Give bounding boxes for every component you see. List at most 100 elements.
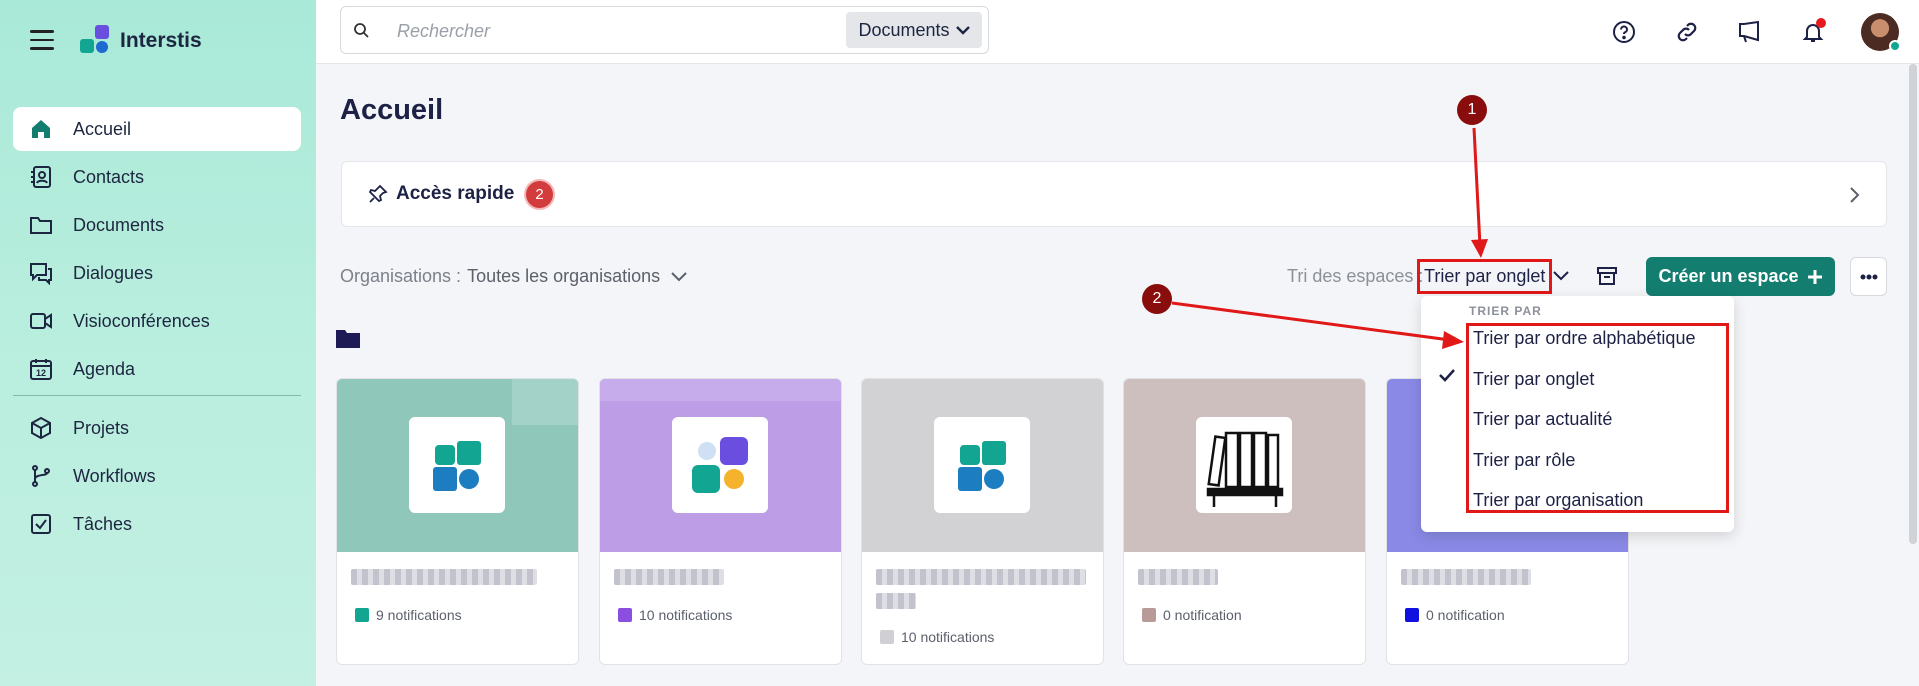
search-input[interactable]: Rechercher (397, 21, 490, 42)
sidebar-item-label: Contacts (73, 166, 145, 187)
link-icon[interactable] (1672, 17, 1702, 47)
sort-label: Tri des espaces : (1287, 266, 1424, 286)
chevron-down-icon (955, 26, 970, 35)
sidebar-item-label: Visioconférences (73, 310, 210, 331)
sidebar-item-label: Documents (73, 214, 165, 235)
sidebar-item-projets[interactable]: Projets (13, 406, 301, 450)
sidebar: Interstis Accueil Contacts Documents Dia… (0, 0, 316, 686)
space-card[interactable]: 10 notifications (861, 378, 1104, 665)
sidebar-item-workflows[interactable]: Workflows (13, 454, 301, 498)
contacts-icon (31, 166, 51, 188)
notification-label: 0 notification (1163, 607, 1242, 623)
space-name-blurred (1138, 569, 1218, 585)
page-title: Accueil (340, 94, 444, 126)
sidebar-item-label: Accueil (73, 118, 132, 139)
space-color-swatch (880, 630, 894, 644)
space-card[interactable]: 10 notifications (599, 378, 842, 665)
shapes-icon (692, 437, 748, 493)
dropdown-header: TRIER PAR (1469, 304, 1542, 318)
more-options-button[interactable] (1850, 257, 1887, 296)
folder-icon[interactable] (335, 327, 361, 349)
avatar[interactable] (1861, 13, 1901, 52)
sidebar-item-dialogues[interactable]: Dialogues (13, 251, 301, 295)
notification-label: 0 notification (1426, 607, 1505, 623)
notification-dot (1816, 18, 1826, 28)
sidebar-item-label: Dialogues (73, 262, 154, 283)
bell-icon[interactable] (1798, 17, 1828, 47)
sidebar-item-contacts[interactable]: Contacts (13, 155, 301, 199)
svg-text:12: 12 (36, 368, 46, 378)
sidebar-item-accueil[interactable]: Accueil (13, 107, 301, 151)
calendar-icon: 12 (30, 359, 52, 380)
quick-access-label: Accès rapide (396, 183, 515, 204)
menu-icon[interactable] (30, 30, 54, 50)
space-name-blurred (351, 569, 537, 585)
space-name-blurred (1401, 569, 1531, 585)
quick-access-panel[interactable]: Accès rapide 2 (341, 161, 1887, 227)
space-cover (600, 379, 841, 552)
annotation-marker-2: 2 (1142, 284, 1172, 314)
notification-label: 10 notifications (639, 607, 733, 623)
sidebar-divider (13, 395, 301, 396)
sidebar-item-label: Projets (73, 417, 130, 438)
folder-icon (30, 217, 52, 234)
space-logo (409, 417, 505, 513)
cover-decoration (600, 379, 841, 401)
scrollbar-thumb[interactable] (1909, 64, 1917, 544)
shapes-icon (958, 441, 1006, 491)
chevron-right-icon[interactable] (1848, 186, 1860, 204)
topbar: Rechercher Documents (316, 0, 1919, 64)
space-name-blurred (614, 569, 724, 585)
space-name-blurred (876, 569, 1086, 585)
create-space-button[interactable]: Créer un espace (1646, 257, 1835, 296)
notification-count: 10 notifications (618, 607, 732, 623)
app-name: Interstis (120, 29, 202, 52)
annotation-marker-1: 1 (1457, 95, 1487, 125)
notification-count: 9 notifications (355, 607, 462, 623)
scrollbar[interactable] (1907, 64, 1919, 686)
search-scope-select[interactable]: Documents (846, 12, 982, 48)
checkmark-icon (1439, 369, 1455, 382)
announcement-icon[interactable] (1735, 17, 1765, 47)
search-bar[interactable]: Rechercher Documents (340, 6, 989, 54)
shapes-icon (433, 441, 481, 491)
sidebar-item-documents[interactable]: Documents (13, 203, 301, 247)
cover-decoration (512, 379, 578, 425)
pin-icon (368, 184, 388, 203)
sidebar-item-visioconferences[interactable]: Visioconférences (13, 299, 301, 343)
search-scope-label: Documents (858, 19, 950, 40)
organization-filter[interactable]: Organisations : Toutes les organisations (340, 266, 688, 287)
notification-count: 0 notification (1405, 607, 1505, 623)
notification-count: 10 notifications (880, 629, 994, 645)
chat-icon (30, 263, 52, 285)
archive-icon[interactable] (1596, 265, 1618, 287)
app-logo[interactable]: Interstis (80, 25, 202, 57)
space-color-swatch (618, 608, 632, 622)
video-icon (30, 313, 52, 329)
space-card[interactable]: 9 notifications (336, 378, 579, 665)
space-card[interactable]: 0 notification (1123, 378, 1366, 665)
home-icon (32, 120, 50, 138)
chevron-down-icon[interactable] (1552, 270, 1570, 282)
organization-filter-value: Toutes les organisations (467, 266, 661, 286)
space-logo (934, 417, 1030, 513)
logo-icon (80, 25, 112, 57)
space-logo (1196, 417, 1292, 513)
sidebar-item-taches[interactable]: Tâches (13, 502, 301, 546)
sidebar-item-agenda[interactable]: 12 Agenda (13, 347, 301, 391)
quick-access-count-badge: 2 (526, 181, 553, 208)
sidebar-item-label: Workflows (73, 465, 156, 486)
space-cover (1124, 379, 1365, 552)
notification-count: 0 notification (1142, 607, 1242, 623)
cube-icon (31, 416, 51, 440)
create-space-label: Créer un espace (1658, 266, 1799, 286)
help-icon[interactable] (1609, 17, 1639, 47)
space-color-swatch (1405, 608, 1419, 622)
search-icon (354, 23, 369, 38)
organization-filter-label: Organisations : (340, 266, 462, 286)
sidebar-item-label: Agenda (73, 358, 136, 379)
plus-icon (1807, 269, 1822, 284)
topbar-actions (1609, 0, 1919, 64)
checkbox-icon (31, 514, 51, 534)
sort-select[interactable]: Trier par onglet (1417, 259, 1553, 294)
